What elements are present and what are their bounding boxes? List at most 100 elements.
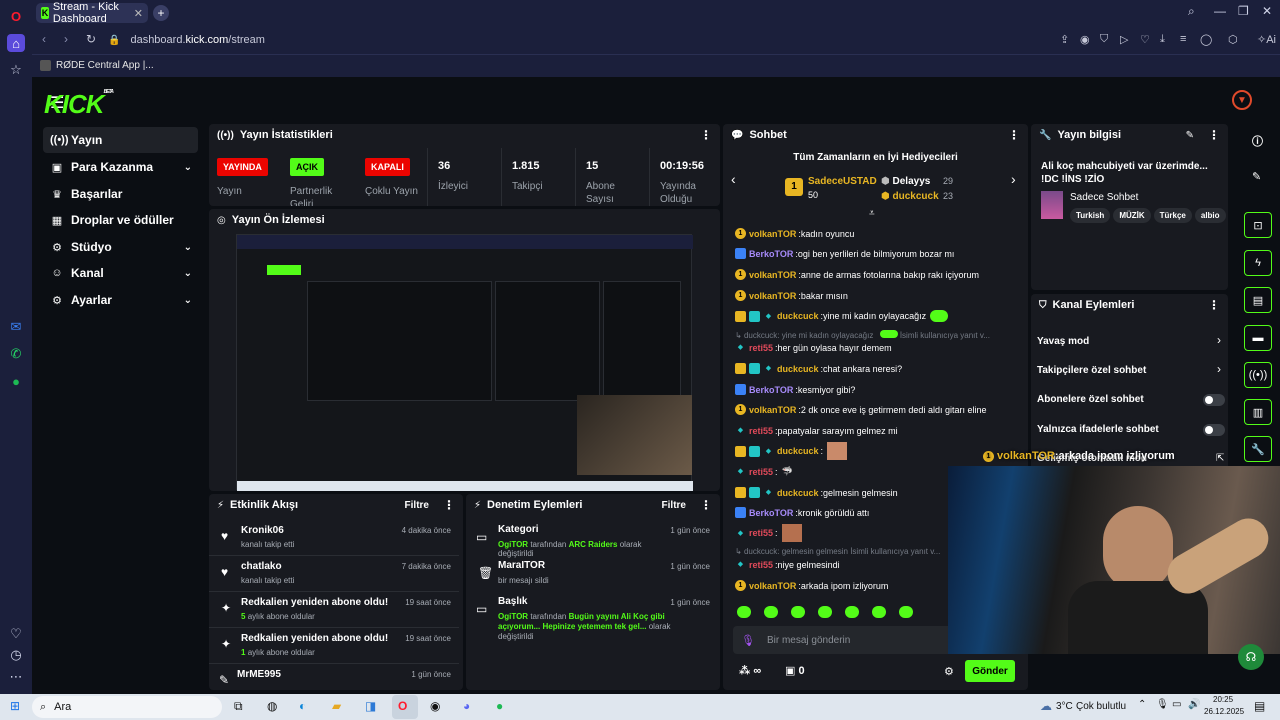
followers-only-row[interactable]: Takipçilere özel sohbet (1037, 365, 1146, 376)
emote-icon[interactable] (872, 606, 886, 618)
sidebar-item-ayarlar[interactable]: ⚙ Ayarlar ⌄ (43, 287, 198, 313)
forward-icon[interactable]: › (64, 32, 68, 46)
rail-button-5[interactable]: ((•)) (1244, 362, 1272, 388)
rail-button-3[interactable]: ▤ (1244, 287, 1272, 313)
more-icon[interactable]: ⋮ (1208, 128, 1220, 142)
send-button[interactable]: Gönder (965, 660, 1015, 682)
play-icon[interactable]: ▷ (1120, 33, 1128, 46)
ai-button[interactable]: ✧Ai (1257, 33, 1276, 46)
next-arrow-icon[interactable]: › (1011, 171, 1016, 187)
mic-icon[interactable]: 🎙 (1156, 699, 1169, 710)
taskbar-search[interactable]: ⌕ Ara (32, 696, 222, 718)
user-avatar-icon[interactable]: ▼ (1232, 90, 1252, 110)
camera-icon[interactable]: ◉ (1080, 33, 1090, 46)
chat-user[interactable]: duckcuck (777, 311, 819, 321)
windows-start-icon[interactable]: ⊞ (10, 699, 20, 713)
chat-user[interactable]: volkanTOR (749, 581, 796, 591)
menu-icon[interactable]: ≡ (1180, 33, 1186, 45)
chat-user[interactable]: BerkoTOR (749, 508, 793, 518)
rail-button-1[interactable]: ⊡ (1244, 212, 1272, 238)
emote-icon[interactable] (845, 606, 859, 618)
more-icon[interactable]: ⋮ (443, 498, 455, 512)
shield-icon[interactable]: ⛉ (1100, 33, 1108, 46)
clock-date[interactable]: 26.12.2025 (1204, 707, 1244, 716)
sidebar-item-para-kazanma[interactable]: ▣ Para Kazanma ⌄ (43, 154, 198, 180)
more-icon[interactable]: ⋮ (700, 498, 712, 512)
cube-icon[interactable]: ⬡ (1228, 33, 1238, 46)
volume-icon[interactable]: 🔊 (1188, 699, 1200, 710)
edit-icon[interactable]: ✎ (1186, 130, 1194, 141)
edit-icon[interactable]: ✎ (1252, 170, 1261, 183)
sidebar-item-studyo[interactable]: ⚙ Stüdyo ⌄ (43, 234, 198, 260)
messenger-icon[interactable]: ✉ (7, 318, 25, 336)
heart-icon[interactable]: ♡ (7, 625, 25, 643)
chat-user[interactable]: reti55 (749, 467, 773, 477)
search-tabs-icon[interactable]: ⌕ (1188, 4, 1195, 19)
maximize-button[interactable]: ❐ (1238, 4, 1249, 18)
rail-button-2[interactable]: ϟ (1244, 250, 1272, 276)
slow-mode-row[interactable]: Yavaş mod (1037, 336, 1089, 347)
points-display[interactable]: ⁂ ∞ (739, 664, 761, 677)
obs-icon[interactable]: ◉ (430, 699, 440, 713)
info-icon[interactable]: ⓘ (1252, 133, 1263, 149)
filter-button[interactable]: Filtre (405, 500, 429, 511)
chat-user[interactable]: volkanTOR (749, 270, 796, 280)
browser-tab[interactable]: K Stream - Kick Dashboard ✕ (36, 1, 148, 25)
rail-button-6[interactable]: ▥ (1244, 399, 1272, 425)
emote-icon[interactable] (791, 606, 805, 618)
emote-icon[interactable] (737, 606, 751, 618)
emote-icon[interactable] (764, 606, 778, 618)
external-link-icon[interactable]: ⇱ (1216, 453, 1224, 464)
gift-count[interactable]: ▣ 0 (785, 664, 805, 677)
new-tab-button[interactable]: + (153, 5, 169, 21)
history-icon[interactable]: ◷ (7, 646, 25, 664)
chat-user[interactable]: reti55 (749, 426, 773, 436)
profile-icon[interactable]: ◯ (1200, 33, 1212, 46)
close-tab-icon[interactable]: ✕ (134, 7, 143, 20)
minimize-button[interactable]: — (1214, 4, 1226, 18)
subscribers-only-toggle[interactable] (1203, 394, 1225, 406)
chat-user[interactable]: duckcuck (777, 364, 819, 374)
tag[interactable]: Turkish (1070, 208, 1111, 223)
edge-icon[interactable]: ◐ (299, 699, 306, 713)
more-icon[interactable]: ⋮ (1208, 298, 1220, 312)
chevron-right-icon[interactable]: › (1217, 333, 1221, 347)
star-icon[interactable]: ☆ (7, 61, 25, 79)
discord-icon[interactable]: ◕ (463, 699, 470, 713)
rail-button-4[interactable]: ▬ (1244, 325, 1272, 351)
support-button[interactable]: ☊ (1238, 644, 1264, 670)
back-icon[interactable]: ‹ (42, 32, 46, 46)
notifications-icon[interactable]: ▤ (1254, 699, 1265, 713)
chat-user[interactable]: reti55 (749, 528, 773, 538)
chevron-right-icon[interactable]: › (1217, 362, 1221, 376)
more-icon[interactable]: ⋮ (700, 128, 712, 142)
emote-icon[interactable] (899, 606, 913, 618)
chat-user[interactable]: duckcuck (777, 446, 819, 456)
reload-icon[interactable]: ↻ (86, 32, 96, 46)
spotify-icon[interactable]: ● (496, 699, 503, 713)
microphone-icon[interactable]: 🎙 (741, 634, 755, 647)
chat-user[interactable]: reti55 (749, 560, 773, 570)
chat-user[interactable]: BerkoTOR (749, 249, 793, 259)
chat-input[interactable]: 🎙 Bir mesaj gönderin (733, 626, 958, 654)
chat-user[interactable]: duckcuck (777, 488, 819, 498)
folder-icon[interactable]: ▰ (332, 699, 341, 713)
close-window-button[interactable]: ✕ (1262, 4, 1272, 18)
sidebar-item-yayin[interactable]: ((•)) Yayın (43, 127, 198, 153)
more-icon[interactable]: ⋮ (1008, 128, 1020, 142)
rail-button-7[interactable]: 🔧 (1244, 436, 1272, 462)
whatsapp-icon[interactable]: ✆ (7, 345, 25, 363)
home-icon[interactable]: ⌂ (7, 34, 25, 52)
opera-icon[interactable]: O (398, 699, 407, 713)
chat-user[interactable]: reti55 (749, 343, 773, 353)
tag[interactable]: MÜZİK (1113, 208, 1151, 223)
heart-icon[interactable]: ♡ (1140, 33, 1150, 46)
tag[interactable]: Türkçe (1153, 208, 1192, 223)
prev-arrow-icon[interactable]: ‹ (731, 171, 736, 187)
kick-logo[interactable]: KICKBETA (44, 89, 114, 120)
chat-user[interactable]: volkanTOR (749, 291, 796, 301)
chevron-up-icon[interactable]: ⌃ (1138, 699, 1146, 710)
tag[interactable]: albio (1194, 208, 1226, 223)
more-icon[interactable]: ⋯ (7, 668, 25, 686)
spotify-icon[interactable]: ● (7, 372, 25, 390)
